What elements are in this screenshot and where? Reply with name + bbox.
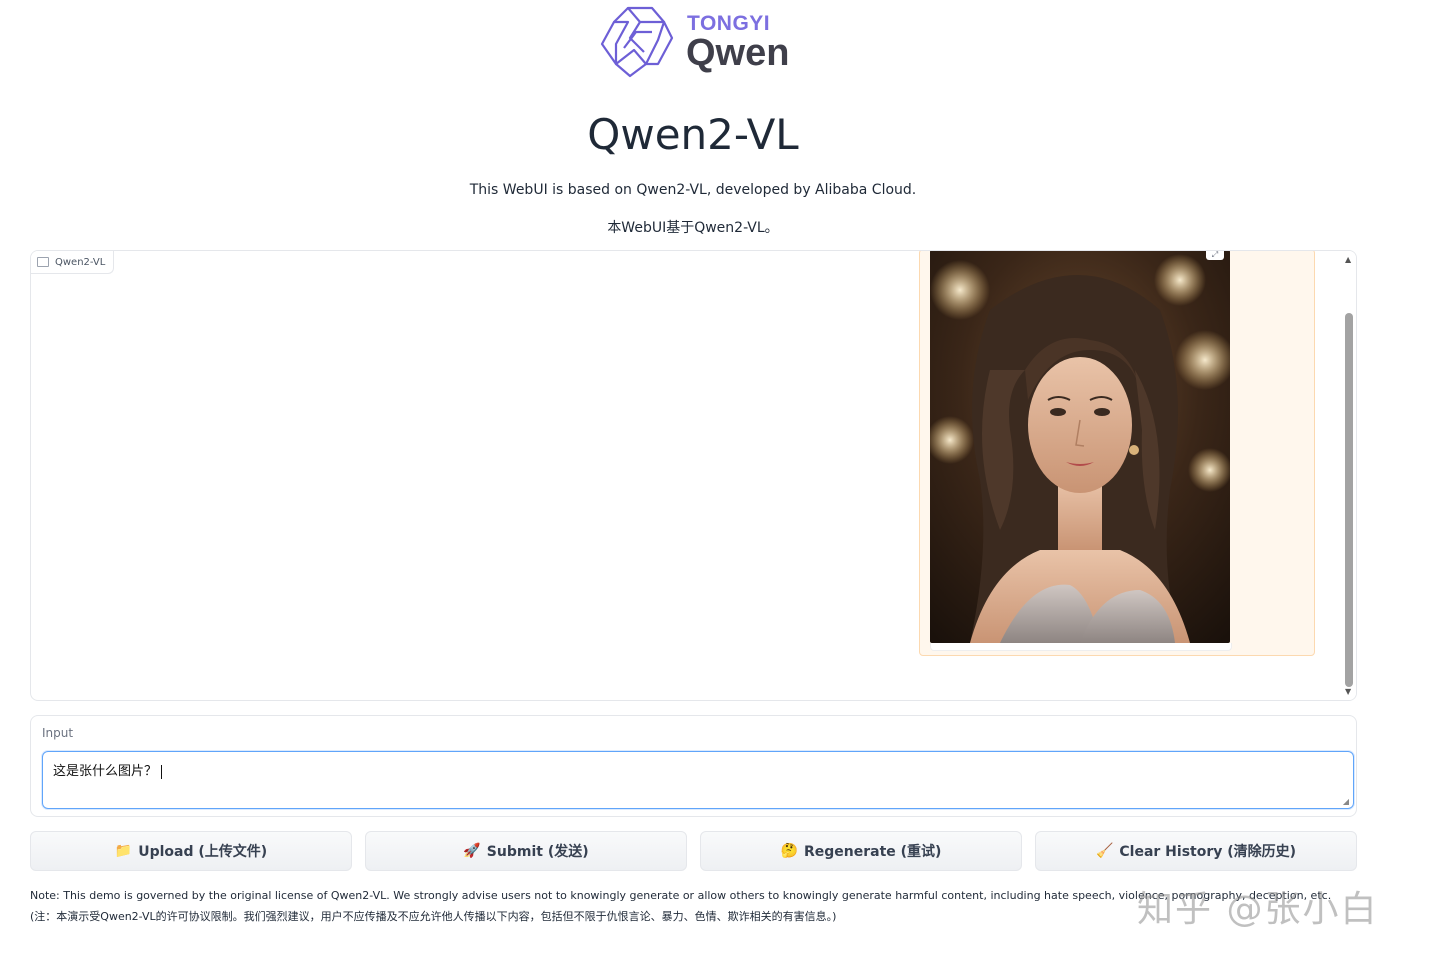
qwen-logo: TONGYI Qwen [600, 2, 800, 80]
page-subtitle-zh: 本WebUI基于Qwen2-VL。 [607, 220, 779, 236]
chatbot-panel[interactable]: Qwen2-VL ⤢ ▲ ▼ [30, 250, 1357, 701]
thinking-face-icon: 🤔 [780, 843, 798, 859]
resize-handle-icon[interactable]: ◢ [1343, 797, 1349, 806]
text-caret [161, 764, 163, 779]
chatbot-label-text: Qwen2-VL [55, 256, 106, 268]
submit-button-label: Submit (发送) [486, 844, 589, 860]
query-textarea[interactable]: 这是张什么图片？ ◢ [42, 751, 1354, 809]
user-message-bubble: ⤢ [919, 251, 1315, 656]
rocket-icon: 🚀 [463, 843, 481, 859]
submit-button[interactable]: 🚀 Submit (发送) [365, 831, 687, 871]
clear-history-button[interactable]: 🧹 Clear History (清除历史) [1035, 831, 1357, 871]
page-subtitle-en: This WebUI is based on Qwen2-VL, develop… [469, 182, 917, 198]
upload-button-label: Upload (上传文件) [138, 844, 268, 860]
clear-history-button-label: Clear History (清除历史) [1119, 844, 1297, 860]
folder-icon: 📁 [114, 843, 133, 859]
qwen-logo-icon [600, 6, 674, 78]
chat-scrollbar[interactable]: ▲ ▼ [1342, 251, 1356, 700]
uploaded-image[interactable] [930, 251, 1230, 643]
page-title: Qwen2-VL [587, 110, 799, 159]
regenerate-button[interactable]: 🤔 Regenerate (重试) [700, 831, 1022, 871]
regenerate-button-label: Regenerate (重试) [803, 844, 942, 860]
scroll-down-icon[interactable]: ▼ [1345, 687, 1351, 696]
upload-button[interactable]: 📁 Upload (上传文件) [30, 831, 352, 871]
broom-icon: 🧹 [1095, 843, 1114, 859]
query-text: 这是张什么图片？ [53, 764, 158, 779]
image-caption-strip [930, 643, 1232, 651]
input-panel: Input 这是张什么图片？ ◢ [30, 715, 1357, 817]
input-label: Input [42, 726, 74, 740]
portrait-image [930, 251, 1230, 643]
expand-image-icon[interactable]: ⤢ [1206, 251, 1224, 260]
logo-brand-main: Qwen [686, 32, 790, 74]
scroll-up-icon[interactable]: ▲ [1345, 255, 1351, 264]
watermark: 知乎 @张小白 [1137, 889, 1379, 930]
chat-icon [37, 257, 49, 267]
scrollbar-thumb[interactable] [1345, 313, 1353, 687]
chatbot-label: Qwen2-VL [31, 251, 115, 274]
